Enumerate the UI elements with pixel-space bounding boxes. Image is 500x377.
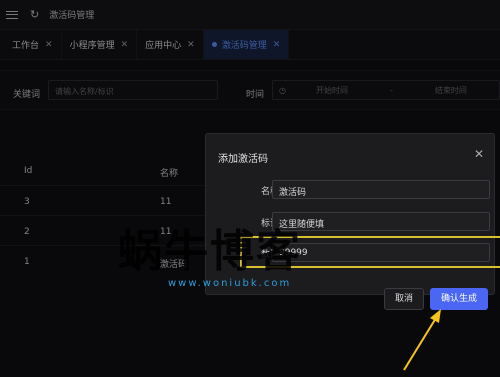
watermark-url: www.woniubk.com xyxy=(168,278,292,289)
confirm-generate-button[interactable]: 确认生成 xyxy=(430,288,488,310)
dialog-title: 添加激活码 xyxy=(218,154,268,165)
cancel-button[interactable]: 取消 xyxy=(384,288,424,310)
watermark: 蜗牛博客 xyxy=(118,226,302,277)
identifier-input[interactable]: 这里随便填 xyxy=(272,212,490,231)
close-icon[interactable]: ✕ xyxy=(474,147,484,161)
name-input[interactable]: 激活码 xyxy=(272,180,490,199)
